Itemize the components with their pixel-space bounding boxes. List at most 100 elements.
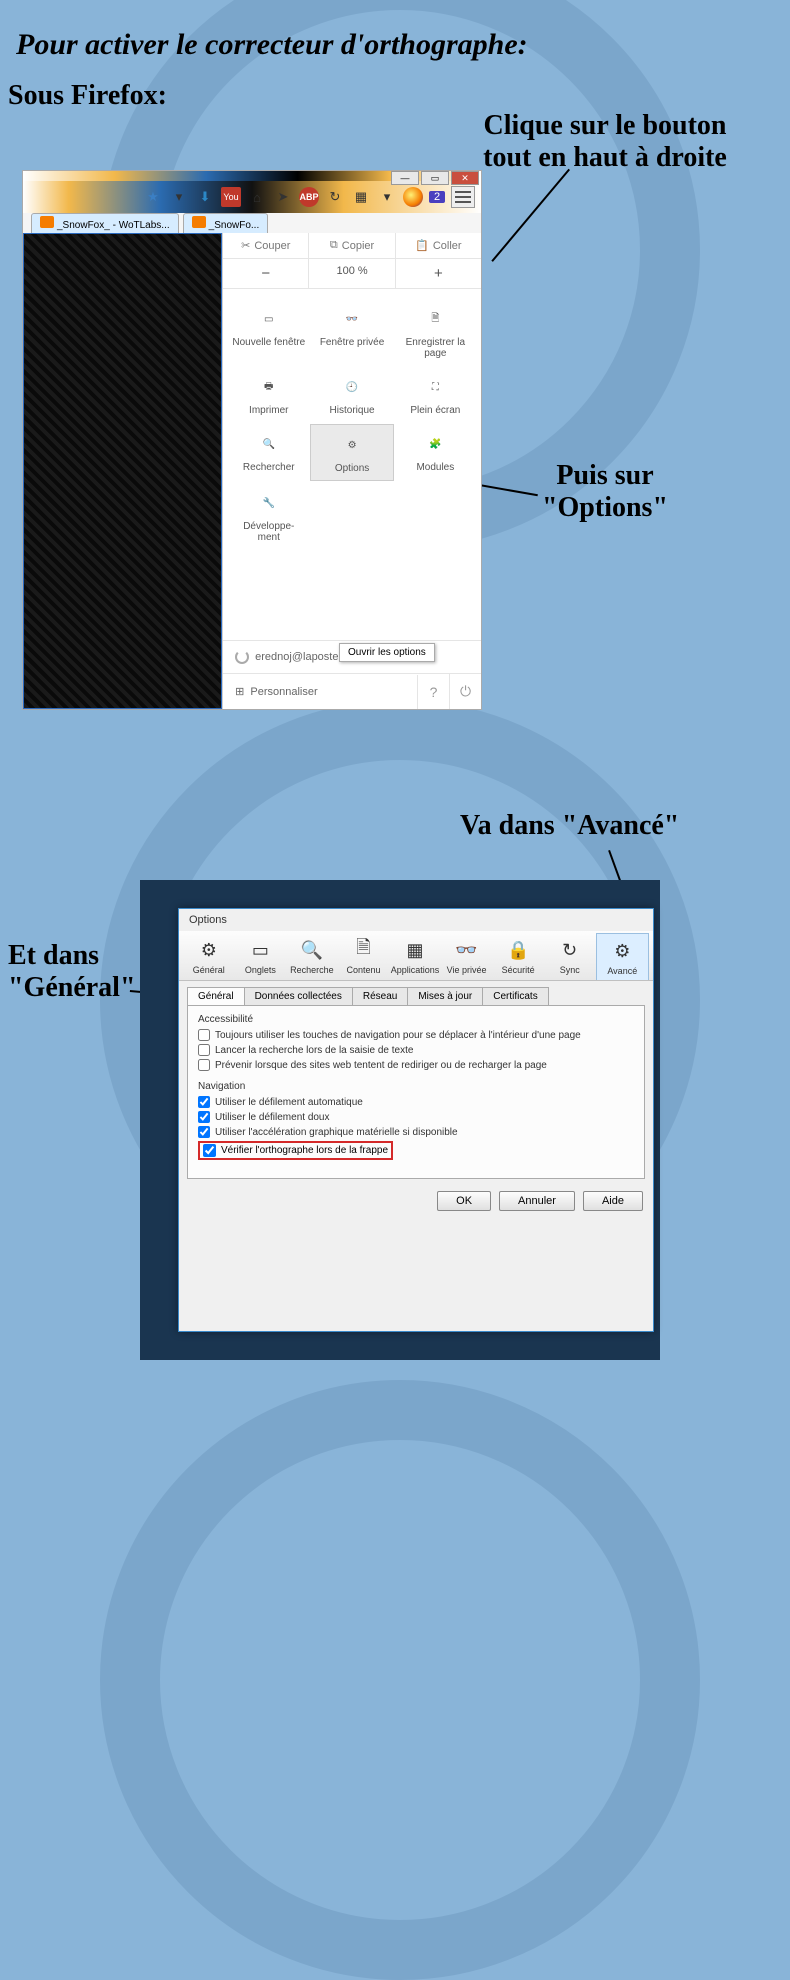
tab-security[interactable]: 🔒 Sécurité <box>492 933 544 980</box>
copy-button[interactable]: ⧉Copier <box>309 233 395 258</box>
checkbox[interactable] <box>198 1096 210 1108</box>
chk-warn-redirect[interactable]: Prévenir lorsque des sites web tentent d… <box>198 1059 634 1071</box>
menu-modules[interactable]: 🧩Modules <box>394 424 477 481</box>
menu-grid: ▭Nouvelle fenêtre 👓Fenêtre privée 🗎Enreg… <box>223 289 481 555</box>
options-tooltip: Ouvrir les options <box>339 643 435 662</box>
tab-sync[interactable]: ↻ Sync <box>544 933 596 980</box>
customize-button[interactable]: ⊞Personnaliser <box>223 676 417 707</box>
gear-icon: ⚙ <box>313 431 390 459</box>
close-button[interactable]: ✕ <box>451 171 479 185</box>
chk-label: Lancer la recherche lors de la saisie de… <box>215 1045 413 1056</box>
menu-save-page[interactable]: 🗎Enregistrer la page <box>394 299 477 365</box>
notif-badge[interactable]: 2 <box>429 191 445 203</box>
browser-tab[interactable]: _SnowFox_ - WoTLabs... <box>31 213 179 233</box>
checkbox[interactable] <box>198 1059 210 1071</box>
menu-item-label: Développe- ment <box>229 521 308 543</box>
tab-applications[interactable]: ▦Applications <box>389 933 441 980</box>
tab-privacy[interactable]: 👓Vie privée <box>441 933 493 980</box>
hamburger-menu-button[interactable] <box>451 186 475 208</box>
browser-tab[interactable]: _SnowFo... <box>183 213 269 233</box>
subtab-data[interactable]: Données collectées <box>244 987 353 1005</box>
advanced-subtabs: Général Données collectées Réseau Mises … <box>179 981 653 1005</box>
group-accessibility: Accessibilité <box>198 1014 634 1025</box>
menu-developer[interactable]: 🔧Développe- ment <box>227 483 310 549</box>
send-icon[interactable]: ➤ <box>273 187 293 207</box>
zoom-in-button[interactable]: + <box>396 259 481 288</box>
tab-recherche[interactable]: 🔍Recherche <box>286 933 338 980</box>
subtab-certs[interactable]: Certificats <box>482 987 548 1005</box>
menu-private-window[interactable]: 👓Fenêtre privée <box>310 299 393 365</box>
subtab-network[interactable]: Réseau <box>352 987 408 1005</box>
tab-label: Sync <box>560 965 580 975</box>
general-icon: ⚙ <box>184 937 234 963</box>
download-icon[interactable]: ⬇ <box>195 187 215 207</box>
content-icon: 🗎 <box>339 937 389 963</box>
chk-nav-keys[interactable]: Toujours utiliser les touches de navigat… <box>198 1029 634 1041</box>
menu-item-label: Options <box>313 463 390 474</box>
chk-hw-accel[interactable]: Utiliser l'accélération graphique matéri… <box>198 1126 634 1138</box>
help-button[interactable]: Aide <box>583 1191 643 1211</box>
chk-search-typing[interactable]: Lancer la recherche lors de la saisie de… <box>198 1044 634 1056</box>
print-icon: 🖶 <box>229 373 308 401</box>
youtube-icon[interactable]: You <box>221 187 241 207</box>
tab-label: Onglets <box>245 965 276 975</box>
search-icon: 🔍 <box>229 430 308 458</box>
menu-item-label: Nouvelle fenêtre <box>229 337 308 348</box>
options-screenshot-frame: Options ⚙Général ▭Onglets 🔍Recherche 🗎Co… <box>140 880 660 1360</box>
subtab-updates[interactable]: Mises à jour <box>407 987 483 1005</box>
power-button[interactable]: ⏻ <box>449 674 481 709</box>
adblock-icon[interactable]: ABP <box>299 187 319 207</box>
checkbox[interactable] <box>198 1111 210 1123</box>
menu-search[interactable]: 🔍Rechercher <box>227 424 310 481</box>
checkbox-spellcheck[interactable] <box>203 1144 216 1157</box>
page-icon: 🗎 <box>396 305 475 333</box>
ok-button[interactable]: OK <box>437 1191 491 1211</box>
minimize-button[interactable]: — <box>391 171 419 185</box>
chk-label: Utiliser l'accélération graphique matéri… <box>215 1127 458 1138</box>
menu-new-window[interactable]: ▭Nouvelle fenêtre <box>227 299 310 365</box>
tab-advanced[interactable]: ⚙ Avancé <box>596 933 650 980</box>
tab-label: Sécurité <box>502 965 535 975</box>
help-button[interactable]: ? <box>417 675 449 709</box>
dropdown-icon[interactable]: ▾ <box>377 187 397 207</box>
refresh-icon[interactable]: ↻ <box>325 187 345 207</box>
bookmark-icon[interactable]: ★ <box>143 187 163 207</box>
fullscreen-icon: ⛶ <box>396 373 475 401</box>
checkbox[interactable] <box>198 1044 210 1056</box>
zoom-level[interactable]: 100 % <box>309 259 395 288</box>
title: Pour activer le correcteur d'orthographe… <box>16 28 528 63</box>
chk-smooth-scroll[interactable]: Utiliser le défilement doux <box>198 1111 634 1123</box>
checkbox[interactable] <box>198 1126 210 1138</box>
menu-fullscreen[interactable]: ⛶Plein écran <box>394 367 477 422</box>
browser-tabs: _SnowFox_ - WoTLabs... _SnowFo... <box>23 213 481 233</box>
chk-autoscroll[interactable]: Utiliser le défilement automatique <box>198 1096 634 1108</box>
firefox-logo-icon[interactable] <box>403 187 423 207</box>
annot-then-options: Puis sur "Options" <box>530 460 680 524</box>
advanced-icon: ⚙ <box>598 938 648 964</box>
bookmarks-menu-icon[interactable]: ▾ <box>169 187 189 207</box>
watermark <box>100 1380 700 1980</box>
sync-icon: ↻ <box>545 937 595 963</box>
tab-contenu[interactable]: 🗎Contenu <box>338 933 390 980</box>
menu-history[interactable]: 🕘Historique <box>310 367 393 422</box>
tab-favicon-icon <box>192 216 206 228</box>
home-icon[interactable]: ⌂ <box>247 187 267 207</box>
cut-icon: ✂ <box>241 239 250 252</box>
cancel-button[interactable]: Annuler <box>499 1191 575 1211</box>
menu-print[interactable]: 🖶Imprimer <box>227 367 310 422</box>
checkbox[interactable] <box>198 1029 210 1041</box>
cut-button[interactable]: ✂Couper <box>223 233 309 258</box>
tab-label: Applications <box>391 965 440 975</box>
tab-onglets[interactable]: ▭Onglets <box>235 933 287 980</box>
paste-button[interactable]: 📋Coller <box>396 233 481 258</box>
lock-icon: 🔒 <box>493 937 543 963</box>
tab-label: Avancé <box>607 966 637 976</box>
tab-label: Général <box>193 965 225 975</box>
tab-general[interactable]: ⚙ Général <box>183 933 235 980</box>
maximize-button[interactable]: ▭ <box>421 171 449 185</box>
menu-options[interactable]: ⚙ Options <box>310 424 393 481</box>
subtab-general[interactable]: Général <box>187 987 245 1005</box>
grid-icon[interactable]: ▦ <box>351 187 371 207</box>
sync-icon <box>235 650 249 664</box>
zoom-out-button[interactable]: − <box>223 259 309 288</box>
